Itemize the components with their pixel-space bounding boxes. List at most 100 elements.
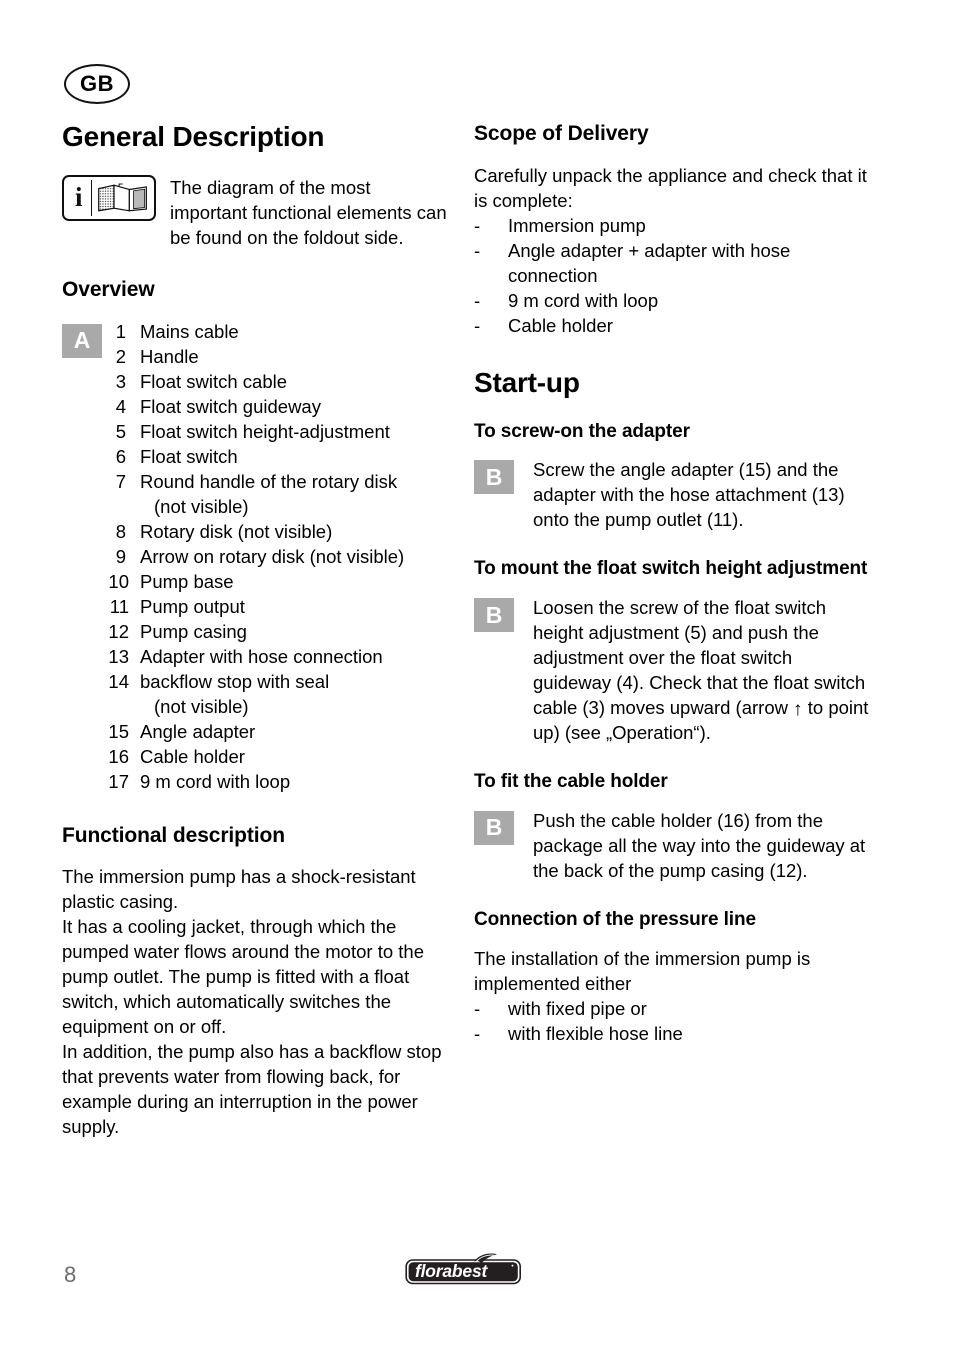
instruction-text: Push the cable holder (16) from the pack… <box>533 809 866 881</box>
overview-item-label: Mains cable <box>140 320 239 342</box>
overview-item-label: Cable holder <box>140 745 245 767</box>
scope-of-delivery-heading: Scope of Delivery <box>474 122 649 145</box>
overview-badge-column: A <box>62 319 106 358</box>
info-book-icon: i <box>62 174 156 221</box>
overview-block: A 1 Mains cable 2 Handle 3 Float switch cable… <box>62 319 452 794</box>
overview-item: 10 Pump base <box>106 569 452 594</box>
overview-item-number: 3 <box>115 370 126 392</box>
dash-bullet: - <box>474 1022 481 1044</box>
list-item: - Immersion pump <box>474 213 874 238</box>
paragraph: It has a cooling jacket, through which t… <box>62 916 424 1038</box>
overview-item: 13 Adapter with hose connection <box>106 644 452 669</box>
right-column: Scope of Delivery Carefully unpack the a… <box>474 122 874 1046</box>
overview-item-number: 5 <box>115 420 126 442</box>
overview-item-label: Arrow on rotary disk (not visible) <box>140 545 405 567</box>
overview-item-number: 2 <box>115 345 126 367</box>
start-up-subheading: To mount the float switch height adjustm… <box>474 558 868 580</box>
overview-item-number: 9 <box>115 545 126 567</box>
overview-item-label: Rotary disk (not visible) <box>140 520 333 542</box>
dash-bullet: - <box>474 997 481 1019</box>
list-item-text: 9 m cord with loop <box>508 289 659 311</box>
instruction-text: Loosen the screw of the float switch hei… <box>533 595 874 745</box>
instruction-block: B Loosen the screw of the float switch he… <box>474 595 874 745</box>
overview-item: 4 Float switch guideway <box>106 394 452 419</box>
pressure-line-list: - with fixed pipe or - with flexible hose l… <box>474 996 874 1046</box>
scope-of-delivery-list: - Immersion pump - Angle adapter + adapter … <box>474 213 874 338</box>
overview-item: 12 Pump casing <box>106 619 452 644</box>
svg-text:florabest: florabest <box>415 1261 488 1281</box>
overview-item: 11 Pump output <box>106 594 452 619</box>
overview-item-number: 6 <box>115 445 126 467</box>
info-callout-text: The diagram of the most important functi… <box>170 176 447 248</box>
overview-item-number: 14 <box>108 670 129 692</box>
overview-item-label: Handle <box>140 345 199 367</box>
functional-description-body: The immersion pump has a shock-resistant… <box>62 864 452 1139</box>
overview-item: 14 backflow stop with seal <box>106 669 452 694</box>
info-callout: i The diagram of the most important func… <box>62 174 452 250</box>
list-item: - Angle adapter + adapter with hose conne… <box>474 238 874 288</box>
dash-bullet: - <box>474 214 481 236</box>
overview-item: 17 9 m cord with loop <box>106 769 452 794</box>
info-i-glyph: i <box>75 182 83 213</box>
list-item-text: Angle adapter + adapter with hose connec… <box>508 239 791 286</box>
overview-item: 6 Float switch <box>106 444 452 469</box>
list-item: - Cable holder <box>474 313 874 338</box>
figure-ref-badge-b: B <box>474 460 514 495</box>
overview-item-label: backflow stop with seal <box>140 670 330 692</box>
country-code-label: GB <box>80 71 114 96</box>
start-up-subheading: To screw-on the adapter <box>474 420 690 442</box>
start-up-blocks: To screw-on the adapter B Screw the angle … <box>474 421 874 883</box>
start-up-heading: Start-up <box>474 366 580 398</box>
dash-bullet: - <box>474 314 481 336</box>
page-number: 8 <box>64 1262 77 1287</box>
overview-item-label: Float switch height-adjustment <box>140 420 390 442</box>
functional-description-heading: Functional description <box>62 823 285 847</box>
dash-bullet: - <box>474 289 481 311</box>
overview-item-label: Adapter with hose connection <box>140 645 383 667</box>
figure-ref-badge-b: B <box>474 598 514 633</box>
left-column: General Description i The diagram of the… <box>62 121 452 1139</box>
overview-item: 16 Cable holder <box>106 744 452 769</box>
overview-item: 8 Rotary disk (not visible) <box>106 519 452 544</box>
start-up-subheading: To fit the cable holder <box>474 771 668 793</box>
list-item-text: with fixed pipe or <box>508 997 647 1019</box>
figure-ref-badge-a: A <box>62 323 102 358</box>
overview-item: 5 Float switch height-adjustment <box>106 419 452 444</box>
list-item-text: with flexible hose line <box>508 1022 683 1044</box>
overview-item-label: 9 m cord with loop <box>140 770 291 792</box>
overview-item-number: 13 <box>108 645 129 667</box>
overview-item-label: Float switch guideway <box>140 395 321 417</box>
overview-item-continuation: (not visible) <box>154 695 249 717</box>
pressure-line-heading: Connection of the pressure line <box>474 908 756 930</box>
overview-item: 2 Handle <box>106 344 452 369</box>
scope-of-delivery-intro: Carefully unpack the appliance and check… <box>474 164 867 211</box>
overview-item-number: 8 <box>115 520 126 542</box>
overview-item-number: 12 <box>108 620 129 642</box>
overview-item-label: Round handle of the rotary disk <box>140 470 398 492</box>
overview-item-label: Float switch cable <box>140 370 288 392</box>
overview-item-label: Pump output <box>140 595 245 617</box>
overview-item: 1 Mains cable <box>106 319 452 344</box>
overview-item-number: 15 <box>108 720 129 742</box>
brand-logo-florabest: florabest <box>405 1253 522 1285</box>
list-item: - 9 m cord with loop <box>474 288 874 313</box>
list-item-text: Cable holder <box>508 314 613 336</box>
overview-item-number: 7 <box>115 470 126 492</box>
overview-item: 15 Angle adapter <box>106 719 452 744</box>
overview-item-label: Angle adapter <box>140 720 256 742</box>
overview-item-number: 11 <box>109 595 129 617</box>
overview-item-continuation: (not visible) <box>154 495 249 517</box>
paragraph: The immersion pump has a shock-resistant… <box>62 866 416 913</box>
overview-item-label: Pump casing <box>140 620 247 642</box>
overview-item: 7 Round handle of the rotary disk <box>106 469 452 494</box>
overview-item-number: 4 <box>115 395 126 417</box>
icon-divider <box>90 179 93 216</box>
instruction-block: B Screw the angle adapter (15) and the ad… <box>474 457 874 532</box>
overview-item-number: 16 <box>108 745 129 767</box>
country-code-badge: GB <box>64 64 130 104</box>
overview-item: 3 Float switch cable <box>106 369 452 394</box>
page-title: General Description <box>62 121 325 152</box>
arrow-up-icon: ↑ <box>792 699 803 721</box>
dash-bullet: - <box>474 239 481 261</box>
